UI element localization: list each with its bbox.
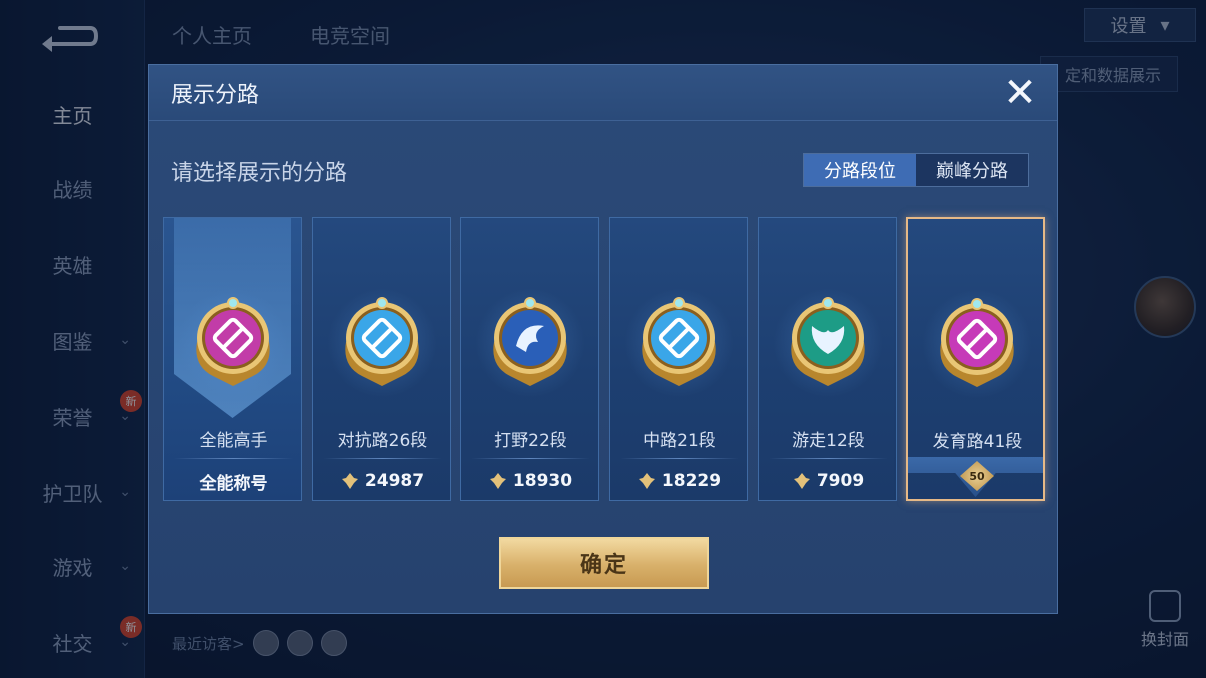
lane-cards: 全能高手 全能称号 对抗路26段 24987 打野22段 18930 中路21段 18229 游… [163,217,1047,501]
all-rounder-emblem-icon [196,297,270,386]
roam-wings-emblem-icon [791,297,865,386]
lane-display-dialog: 展示分路 ✕ 请选择展示的分路 分路段位 巅峰分路 全能高手 全能称号 对抗路26段… [148,64,1058,614]
confirm-button[interactable]: 确定 [499,537,709,589]
rank-points-icon [341,473,358,489]
jungle-dragon-emblem-icon [493,297,567,386]
lane-score: 全能称号 [164,466,303,496]
lane-score: 18930 [461,466,600,496]
divider [620,458,739,459]
dialog-header: 展示分路 ✕ [149,65,1057,121]
lane-score-value: 全能称号 [199,473,268,494]
lane-score: 24987 [313,466,452,496]
lane-name: 全能高手 [199,431,268,451]
mid-lane-staff-emblem-icon [642,297,716,386]
tab-lane-rank[interactable]: 分路段位 [804,154,916,186]
lane-score: 18229 [610,466,749,496]
lane-card[interactable]: 游走12段 7909 [758,217,897,501]
lane-score-value: 7909 [816,471,865,491]
select-prompt: 请选择展示的分路 [171,161,348,186]
lane-score: 7909 [759,466,898,496]
farm-lane-emblem-icon [940,298,1014,387]
lane-name: 游走12段 [792,431,865,451]
rank-points-icon [489,473,506,489]
lane-card[interactable]: 发育路41段 50 [906,217,1045,501]
divider [471,458,590,459]
lane-mode-tabs: 分路段位 巅峰分路 [803,153,1029,187]
divider [769,458,888,459]
lane-card[interactable]: 全能高手 全能称号 [163,217,302,501]
lane-card[interactable]: 中路21段 18229 [609,217,748,501]
lane-name: 发育路41段 [932,432,1023,452]
dialog-title: 展示分路 [171,83,260,108]
lane-card[interactable]: 打野22段 18930 [460,217,599,501]
divider [174,458,293,459]
divider [323,458,442,459]
lane-score-value: 24987 [364,471,425,491]
clash-lane-sword-emblem-icon [345,297,419,386]
tab-peak-lane[interactable]: 巅峰分路 [916,154,1028,186]
lane-name: 打野22段 [494,431,567,451]
rank-points-icon [793,473,810,489]
lane-name: 中路21段 [643,431,716,451]
close-icon[interactable]: ✕ [1001,73,1039,113]
lane-score-value: 18930 [512,471,573,491]
lane-name: 对抗路26段 [337,431,428,451]
lane-card[interactable]: 对抗路26段 24987 [312,217,451,501]
lane-score-value: 18229 [661,471,722,491]
rank-points-icon [638,473,655,489]
